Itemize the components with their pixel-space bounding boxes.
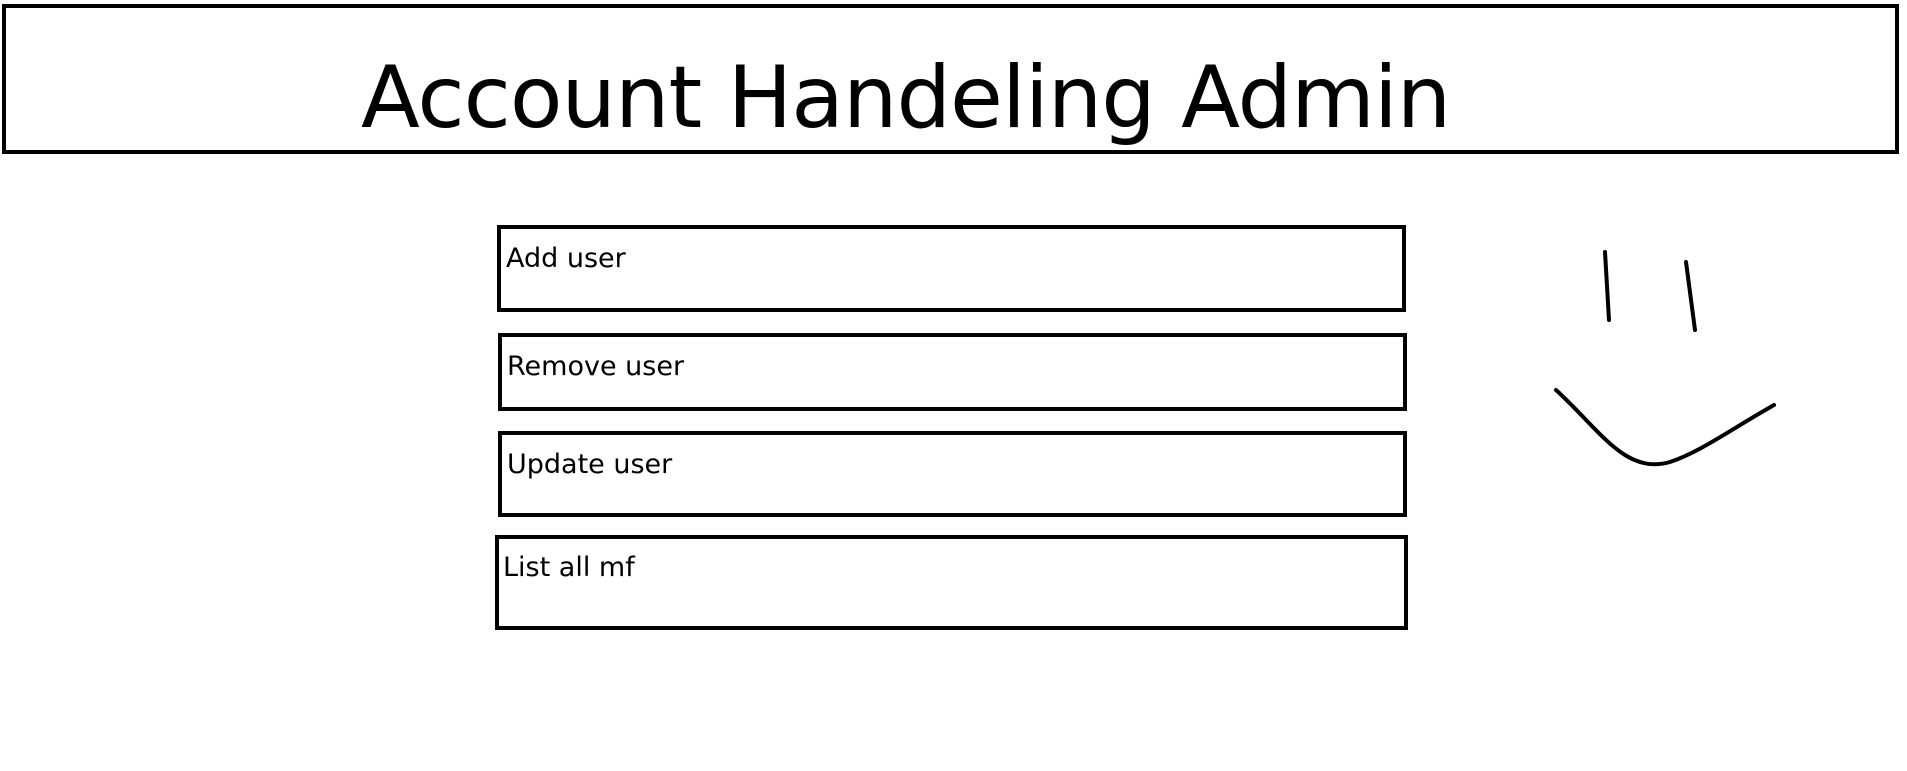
header-bar: Account Handeling Admin <box>2 4 1899 154</box>
add-user-label: Add user <box>506 243 626 274</box>
add-user-button[interactable]: Add user <box>497 225 1406 312</box>
smiley-left-eye <box>1603 250 1611 322</box>
update-user-label: Update user <box>507 449 673 480</box>
smiley-right-eye <box>1684 260 1697 332</box>
list-all-label: List all mf <box>503 552 635 583</box>
page-title: Account Handeling Admin <box>361 48 1451 148</box>
smiley-face-icon <box>1554 250 1776 467</box>
update-user-button[interactable]: Update user <box>498 431 1407 517</box>
list-all-button[interactable]: List all mf <box>495 535 1408 630</box>
remove-user-label: Remove user <box>507 351 685 382</box>
remove-user-button[interactable]: Remove user <box>498 333 1407 411</box>
smiley-mouth <box>1554 388 1776 467</box>
